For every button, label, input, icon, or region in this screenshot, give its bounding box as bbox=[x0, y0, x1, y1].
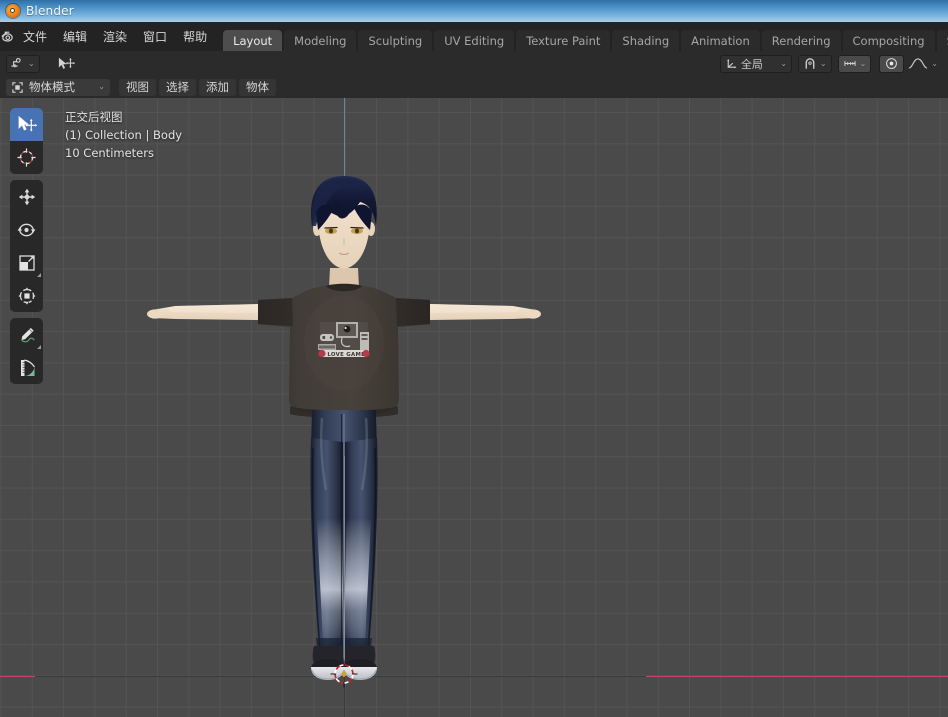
tool-corner-indicator bbox=[37, 273, 41, 277]
tool-cursor[interactable] bbox=[10, 141, 43, 174]
proportional-editing-icon bbox=[886, 58, 898, 69]
window-title-bar: Blender bbox=[0, 0, 948, 22]
snap-target-chevron: ⌄ bbox=[859, 58, 867, 68]
falloff-smooth-icon bbox=[909, 58, 928, 69]
menu-file[interactable]: 文件 bbox=[15, 22, 55, 51]
tool-annotate[interactable] bbox=[10, 318, 43, 351]
blender-icon[interactable] bbox=[0, 22, 15, 51]
viewport-grid-scale: 10 Centimeters bbox=[65, 146, 154, 160]
menu-help[interactable]: 帮助 bbox=[175, 22, 215, 51]
interaction-mode-chevron: ⌄ bbox=[98, 82, 105, 91]
viewport-header: 物体模式 ⌄ 视图 选择 添加 物体 bbox=[0, 76, 948, 98]
top-bar: 文件 编辑 渲染 窗口 帮助 Layout Modeling Sculpting… bbox=[0, 22, 948, 51]
viewport-toolbar bbox=[10, 108, 43, 390]
proportional-falloff-chevron: ⌄ bbox=[931, 58, 938, 68]
tool-corner-indicator bbox=[37, 345, 41, 349]
editor-type-chevron: ⌄ bbox=[28, 58, 35, 68]
workspace-tab-texture-paint[interactable]: Texture Paint bbox=[516, 30, 611, 51]
snap-chevron: ⌄ bbox=[819, 58, 827, 68]
window-title: Blender bbox=[26, 4, 74, 18]
workspace-tab-sculpting[interactable]: Sculpting bbox=[358, 30, 433, 51]
tool-move[interactable] bbox=[10, 180, 43, 213]
interaction-mode-value: 物体模式 bbox=[29, 80, 75, 94]
3d-cursor-icon bbox=[330, 660, 358, 688]
tool-rotate[interactable] bbox=[10, 213, 43, 246]
axis-z-line bbox=[344, 98, 345, 676]
cursor-move-gizmo-icon bbox=[58, 57, 75, 69]
viewport-view-name: 正交后视图 bbox=[65, 110, 123, 124]
snap-toggle[interactable]: ⌄ bbox=[797, 54, 832, 73]
3d-viewport[interactable]: I LOVE GAME 正交后视图 (1) Collection | Body … bbox=[0, 98, 948, 717]
snap-magnet-icon bbox=[805, 58, 815, 69]
viewport-menu-object[interactable]: 物体 bbox=[239, 78, 276, 96]
blender-logo-icon bbox=[6, 4, 20, 18]
workspace-tab-compositing[interactable]: Compositing bbox=[842, 30, 935, 51]
scale-square-icon bbox=[18, 254, 35, 271]
snap-target-selector[interactable]: ⌄ bbox=[837, 54, 872, 73]
blender-window: Blender 文件 编辑 渲染 窗口 帮助 Layout Modeling S… bbox=[0, 0, 948, 717]
annotate-pencil-icon bbox=[21, 327, 35, 342]
cursor-select-move-icon bbox=[18, 115, 37, 132]
tool-tweak-select[interactable] bbox=[10, 108, 43, 141]
toolbar-group-annotate bbox=[10, 318, 43, 384]
workspace-tab-shading[interactable]: Shading bbox=[612, 30, 680, 51]
menu-window[interactable]: 窗口 bbox=[135, 22, 175, 51]
transform-orientation-chevron: ⌄ bbox=[780, 58, 787, 68]
toolbar-group-select bbox=[10, 108, 43, 174]
tool-transform[interactable] bbox=[10, 279, 43, 312]
object-mode-icon bbox=[12, 81, 23, 93]
workspace-tab-uv-editing[interactable]: UV Editing bbox=[434, 30, 515, 51]
transform-orientation-dropdown[interactable]: 全局 ⌄ bbox=[719, 54, 792, 73]
menu-render[interactable]: 渲染 bbox=[95, 22, 135, 51]
viewport-grid bbox=[0, 98, 948, 717]
cursor-move-gizmo[interactable] bbox=[52, 55, 80, 73]
axis-x-line-red-right bbox=[646, 676, 948, 677]
move-arrows-icon bbox=[18, 188, 35, 205]
measure-ruler-icon bbox=[20, 358, 35, 376]
toolbar-group-transform bbox=[10, 180, 43, 312]
viewport-info-overlay: 正交后视图 (1) Collection | Body 10 Centimete… bbox=[65, 108, 182, 162]
proportional-falloff-dropdown[interactable]: ⌄ bbox=[904, 55, 942, 73]
axis-x-line-red-left bbox=[0, 676, 35, 677]
viewport-menu-add[interactable]: 添加 bbox=[199, 78, 236, 96]
transform-orientation-value: 全局 bbox=[740, 57, 763, 71]
editor-type-icon bbox=[11, 57, 21, 68]
editor-type-selector[interactable]: ⌄ bbox=[6, 54, 40, 73]
tool-scale[interactable] bbox=[10, 246, 43, 279]
viewport-collection-object: (1) Collection | Body bbox=[65, 128, 183, 142]
workspace-tab-animation[interactable]: Animation bbox=[681, 30, 760, 51]
tool-measure[interactable] bbox=[10, 351, 43, 384]
viewport-menu-select[interactable]: 选择 bbox=[159, 78, 196, 96]
proportional-editing-toggle[interactable] bbox=[879, 54, 905, 73]
3d-cursor bbox=[330, 660, 358, 688]
blender-icon-svg bbox=[1, 31, 13, 42]
workspace-tab-layout[interactable]: Layout bbox=[223, 30, 283, 51]
snap-increment-icon bbox=[843, 61, 856, 66]
workspace-tab-rendering[interactable]: Rendering bbox=[761, 30, 841, 51]
workspace-tabs: Layout Modeling Sculpting UV Editing Tex… bbox=[223, 22, 948, 51]
tool-settings-bar: ⌄ 全局 ⌄ ⌄ ⌄ ⌄ bbox=[0, 51, 948, 76]
interaction-mode-dropdown[interactable]: 物体模式 ⌄ bbox=[6, 78, 110, 96]
rotate-arrows-icon bbox=[17, 223, 36, 236]
orientation-axes-icon bbox=[727, 59, 737, 69]
transform-icon bbox=[17, 286, 36, 305]
menu-edit[interactable]: 编辑 bbox=[55, 22, 95, 51]
3d-cursor-icon bbox=[17, 148, 36, 167]
viewport-menu-view[interactable]: 视图 bbox=[119, 78, 156, 96]
workspace-tab-modeling[interactable]: Modeling bbox=[284, 30, 357, 51]
workspace-tab-scripting[interactable]: Scripting bbox=[936, 30, 948, 51]
